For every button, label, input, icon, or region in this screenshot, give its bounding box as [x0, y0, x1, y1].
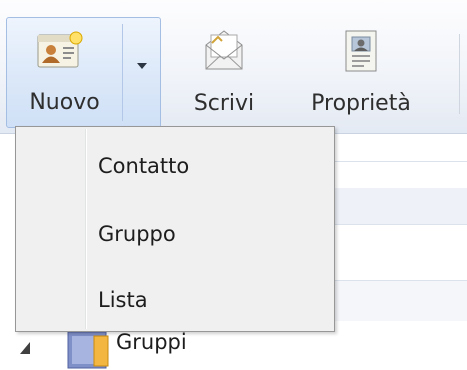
group-folder-icon	[67, 331, 109, 369]
column-header-band	[333, 188, 467, 224]
compose-button-label: Scrivi	[193, 91, 255, 116]
chevron-down-icon	[137, 63, 147, 69]
tree-item-label: Gruppi	[116, 330, 187, 354]
menu-item-label: Lista	[98, 288, 148, 312]
menu-item-label: Gruppo	[98, 222, 176, 246]
new-dropdown-arrow[interactable]	[123, 18, 161, 127]
toolbar: Nuovo Scrivi Proprietà	[0, 0, 467, 134]
menu-item-contact[interactable]: Contatto	[18, 141, 332, 193]
new-button-label: Nuovo	[29, 90, 100, 115]
menu-item-group[interactable]: Gruppo	[18, 209, 332, 261]
pane-divider	[333, 224, 467, 225]
new-split-button[interactable]: Nuovo	[6, 17, 161, 128]
compose-button[interactable]: Scrivi	[178, 17, 270, 128]
new-dropdown-menu: Contatto Gruppo Lista	[15, 126, 335, 332]
pane-band	[333, 281, 467, 321]
menu-item-label: Contatto	[98, 154, 190, 178]
toolbar-separator	[459, 34, 460, 114]
menu-item-list[interactable]: Lista	[18, 275, 332, 327]
properties-button-label: Proprietà	[311, 91, 411, 116]
properties-card-icon	[345, 30, 377, 72]
new-button[interactable]: Nuovo	[7, 18, 122, 127]
collapse-triangle-icon[interactable]	[18, 340, 32, 356]
envelope-icon	[205, 30, 243, 70]
pane-divider	[333, 161, 467, 162]
contact-card-icon	[37, 31, 83, 68]
properties-button[interactable]: Proprietà	[300, 17, 422, 128]
